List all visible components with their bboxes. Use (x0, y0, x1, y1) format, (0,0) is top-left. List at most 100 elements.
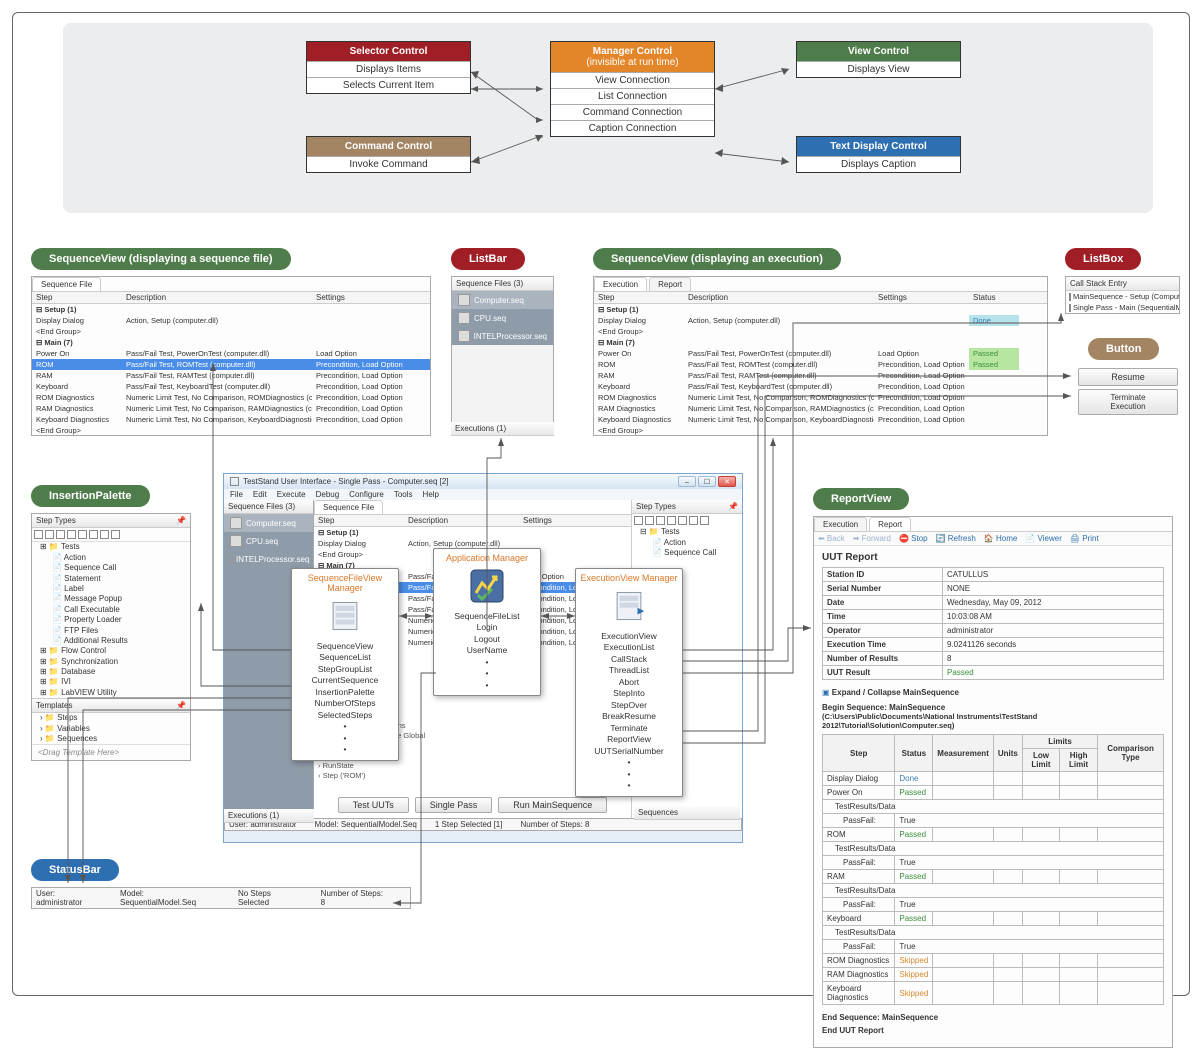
toolbar-stop[interactable]: ⛔ Stop (899, 534, 928, 543)
listbox[interactable]: Call Stack Entry MainSequence - Setup (C… (1065, 276, 1180, 314)
group-row[interactable]: ⊟ Main (7) (32, 337, 430, 348)
result-row: PassFail:True (823, 940, 1164, 954)
menu-item[interactable]: Help (423, 490, 439, 499)
close-button[interactable]: ✕ (718, 476, 736, 487)
table-row[interactable]: Keyboard DiagnosticsNumeric Limit Test, … (32, 414, 430, 425)
listbar-item[interactable]: INTELProcessor.seq (452, 327, 553, 345)
menu-item[interactable]: Debug (316, 490, 340, 499)
tree-node[interactable]: ⊞ 📁 Flow Control (36, 646, 190, 656)
table-row[interactable]: Display DialogAction, Setup (computer.dl… (32, 315, 430, 326)
tree-node[interactable]: › 📁 Sequences (36, 734, 190, 744)
pin-icon[interactable]: 📌 (176, 701, 186, 710)
tree-node[interactable]: 📄 Sequence Call (36, 563, 190, 573)
listbar-label: ListBar (451, 248, 525, 270)
tree-node[interactable]: 📄 Action (636, 538, 742, 548)
toolbar-print[interactable]: 🖨 Print (1070, 534, 1099, 543)
menu-item[interactable]: Configure (349, 490, 384, 499)
rv-results: StepStatusMeasurementUnitsLimitsComparis… (822, 734, 1164, 1005)
pin-icon[interactable]: 📌 (176, 516, 186, 525)
table-row[interactable]: ROM DiagnosticsNumeric Limit Test, No Co… (32, 392, 430, 403)
tree-node[interactable]: ⊞ 📁 Synchronization (36, 657, 190, 667)
table-row[interactable]: RAM DiagnosticsNumeric Limit Test, No Co… (594, 403, 1047, 414)
tree-node[interactable]: 📄 Property Loader (36, 615, 190, 625)
listbar-item[interactable]: CPU.seq (452, 309, 553, 327)
ide-executions[interactable]: Executions (1) (224, 809, 314, 823)
table-row[interactable]: Keyboard DiagnosticsNumeric Limit Test, … (594, 414, 1047, 425)
tree-node[interactable]: ⊞ 📁 Database (36, 667, 190, 677)
table-row[interactable]: RAMPass/Fail Test, RAMTest (computer.dll… (32, 370, 430, 381)
single-pass-button[interactable]: Single Pass (415, 797, 493, 813)
toolbar-forward[interactable]: ➡ Forward (853, 534, 891, 543)
expand-collapse[interactable]: Expand / Collapse MainSequence (832, 688, 959, 697)
toolbar-refresh[interactable]: 🔄 Refresh (936, 534, 976, 543)
menu-item[interactable]: File (230, 490, 243, 499)
table-row[interactable]: Power OnPass/Fail Test, PowerOnTest (com… (32, 348, 430, 359)
toolbar-viewer[interactable]: 📄 Viewer (1025, 534, 1062, 543)
ide-seqfile-item[interactable]: INTELProcessor.seq (224, 550, 313, 568)
seqfile-tab[interactable]: Sequence File (32, 277, 101, 291)
table-row[interactable]: KeyboardPass/Fail Test, KeyboardTest (co… (32, 381, 430, 392)
seqview-file[interactable]: Sequence File Step Description Settings … (31, 276, 431, 436)
ide-seqfile-item[interactable]: CPU.seq (224, 532, 313, 550)
tree-node[interactable]: ⊞ 📁 Tests (36, 542, 190, 552)
run-mainseq-button[interactable]: Run MainSequence (498, 797, 607, 813)
tree-node[interactable]: 📄 Sequence Call (636, 548, 742, 558)
resume-button[interactable]: Resume (1078, 368, 1178, 386)
rv-tab-execution[interactable]: Execution (814, 517, 867, 531)
table-row[interactable]: <End Group> (594, 326, 1047, 337)
table-row[interactable]: ROMPass/Fail Test, ROMTest (computer.dll… (594, 359, 1047, 370)
table-row[interactable]: KeyboardPass/Fail Test, KeyboardTest (co… (594, 381, 1047, 392)
table-row[interactable]: <End Group> (32, 425, 430, 436)
tree-node[interactable]: › 📁 Steps (36, 713, 190, 723)
rv-toolbar[interactable]: ⬅ Back ➡ Forward ⛔ Stop 🔄 Refresh 🏠 Home 📄 Vi… (814, 532, 1172, 546)
tree-node[interactable]: ⊞ 📁 LabVIEW Utility (36, 688, 190, 698)
test-uuts-button[interactable]: Test UUTs (338, 797, 409, 813)
table-row[interactable]: <End Group> (32, 326, 430, 337)
tree-node[interactable]: 📄 Statement (36, 574, 190, 584)
table-row[interactable]: RAM DiagnosticsNumeric Limit Test, No Co… (32, 403, 430, 414)
listbar[interactable]: Sequence Files (3) Computer.seqCPU.seqIN… (451, 276, 554, 436)
menu-item[interactable]: Edit (253, 490, 267, 499)
terminate-button[interactable]: Terminate Execution (1078, 389, 1178, 415)
menu-item[interactable]: Tools (394, 490, 413, 499)
reportview[interactable]: Execution Report ⬅ Back ➡ Forward ⛔ Stop 🔄 … (813, 516, 1173, 1048)
tree-node[interactable]: 📄 Call Executable (36, 605, 190, 615)
group-row[interactable]: ⊟ Setup (1) (32, 304, 430, 315)
listbar-footer[interactable]: Executions (1) (451, 422, 554, 436)
ide-menubar[interactable]: File Edit Execute Debug Configure Tools Help (224, 489, 742, 500)
tree-node[interactable]: 📄 Message Popup (36, 594, 190, 604)
tree-node[interactable]: 📄 FTP Files (36, 626, 190, 636)
minimize-button[interactable]: – (678, 476, 696, 487)
table-row[interactable]: ROM DiagnosticsNumeric Limit Test, No Co… (594, 392, 1047, 403)
listbox-item[interactable]: MainSequence - Setup (Computer.seq) (1066, 291, 1179, 302)
toolbar-home[interactable]: 🏠 Home (984, 534, 1018, 543)
maximize-button[interactable]: ☐ (698, 476, 716, 487)
table-row[interactable]: ROMPass/Fail Test, ROMTest (computer.dll… (32, 359, 430, 370)
tree-node[interactable]: 📄 Label (36, 584, 190, 594)
ide-seqfile-item[interactable]: Computer.seq (224, 514, 313, 532)
group-row[interactable]: ⊟ Main (7) (594, 337, 1047, 348)
menu-item[interactable]: Execute (277, 490, 306, 499)
table-row[interactable]: <End Group> (594, 425, 1047, 436)
window-buttons[interactable]: –☐✕ (678, 476, 736, 487)
toolbar-back[interactable]: ⬅ Back (818, 534, 845, 543)
tree-node[interactable]: 📄 Additional Results (36, 636, 190, 646)
seqview-exec[interactable]: Execution Report Step Description Settin… (593, 276, 1048, 436)
view-control-title: View Control (797, 42, 960, 61)
insertion-palette[interactable]: Step Types📌 ⊞ 📁 Tests 📄 Action 📄 Sequenc… (31, 513, 191, 761)
listbar-item[interactable]: Computer.seq (452, 291, 553, 309)
group-row[interactable]: ⊟ Setup (1) (594, 304, 1047, 315)
table-row[interactable]: Display DialogAction, Setup (computer.dl… (594, 315, 1047, 326)
tree-node[interactable]: › 📁 Variables (36, 724, 190, 734)
table-row[interactable]: RAMPass/Fail Test, RAMTest (computer.dll… (594, 370, 1047, 381)
table-row[interactable]: Power OnPass/Fail Test, PowerOnTest (com… (594, 348, 1047, 359)
exec-tab-execution[interactable]: Execution (594, 277, 647, 291)
rv-tab-report[interactable]: Report (869, 517, 911, 531)
tree-node[interactable]: ⊞ 📁 IVI (36, 677, 190, 687)
ide-seq-tab[interactable]: Sequence File (314, 500, 383, 514)
page-frame: Selector Control Displays Items Selects … (12, 12, 1190, 996)
exec-tab-report[interactable]: Report (649, 277, 691, 291)
tree-node[interactable]: ⊟ 📁 Tests (636, 527, 742, 537)
listbox-item[interactable]: Single Pass - Main (SequentialModel.Seq) (1066, 302, 1179, 313)
tree-node[interactable]: 📄 Action (36, 553, 190, 563)
